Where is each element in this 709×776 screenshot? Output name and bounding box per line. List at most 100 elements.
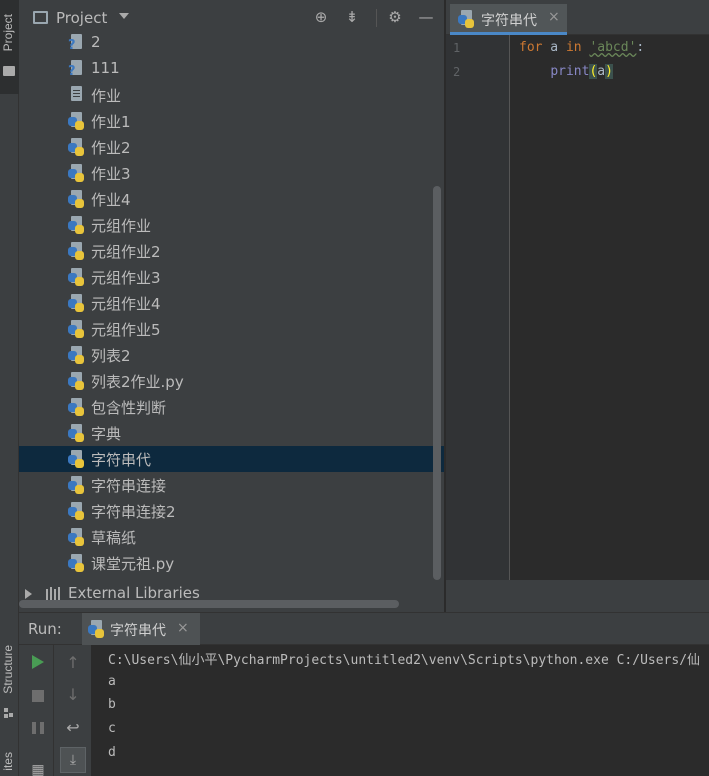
python-file-icon	[68, 242, 86, 260]
collapse-all-icon[interactable]: ⇟	[343, 8, 361, 26]
file-tree-item[interactable]: 作业4	[19, 186, 444, 212]
file-tree-item[interactable]: 元组作业2	[19, 238, 444, 264]
file-tree-item[interactable]: 作业2	[19, 134, 444, 160]
file-tree-item[interactable]: 作业3	[19, 160, 444, 186]
code-line[interactable]: print(a)	[519, 64, 613, 79]
chevron-down-icon[interactable]	[119, 13, 129, 19]
text-file-icon	[68, 86, 86, 104]
chevron-right-icon[interactable]	[25, 589, 32, 599]
header-divider	[376, 9, 377, 27]
editor-tab-active[interactable]: 字符串代 ×	[450, 4, 567, 35]
file-tree-item[interactable]: 元组作业3	[19, 264, 444, 290]
minimize-icon[interactable]: —	[417, 8, 435, 26]
file-tree-item[interactable]: 作业	[19, 82, 444, 108]
file-tree-item-label: 作业	[91, 87, 122, 105]
arrow-down-icon[interactable]: ↓	[62, 683, 84, 705]
library-icon	[46, 587, 62, 601]
project-panel-title[interactable]: Project	[56, 9, 107, 27]
builtin-print: print	[550, 64, 590, 79]
file-tree-item[interactable]: 字符串连接	[19, 472, 444, 498]
line-number: 2	[453, 65, 461, 79]
file-tree-item[interactable]: 元组作业	[19, 212, 444, 238]
stop-icon[interactable]	[27, 685, 49, 707]
console-output[interactable]: C:\Users\仙小平\PycharmProjects\untitled2\v…	[91, 645, 709, 776]
keyword-for: for	[519, 40, 543, 55]
file-tree-item[interactable]: 字符串连接2	[19, 498, 444, 524]
python-file-icon	[68, 424, 86, 442]
editor-tab-bar: 字符串代 ×	[446, 0, 709, 35]
rerun-icon[interactable]	[27, 651, 49, 673]
structure-icon	[4, 708, 14, 718]
file-tree-item[interactable]: ? 2	[19, 30, 444, 56]
project-panel: Project ⊕ ⇟ ⚙ — ? 2? 111 作业 作业1 作业2 作业3 作业4 元组作业…	[19, 0, 444, 612]
run-panel: Run: 字符串代 × ↑ ↓ ↩ ⤓ ▦ C:\Users\仙小平\Pycha…	[19, 612, 709, 776]
file-tree-item[interactable]: 作业1	[19, 108, 444, 134]
console-output-line: a	[108, 674, 116, 689]
favorites-tool-tab[interactable]: ites	[1, 752, 15, 771]
close-icon[interactable]: ×	[548, 9, 560, 25]
file-tree-item-label: 元组作业4	[91, 295, 161, 313]
python-file-icon	[68, 190, 86, 208]
file-tree-item-label: 草稿纸	[91, 529, 137, 547]
run-tab-active[interactable]: 字符串代 ×	[82, 613, 200, 645]
file-tree-item-label: 2	[91, 33, 101, 51]
project-tool-tab[interactable]: Project	[0, 0, 19, 94]
console-output-line: d	[108, 745, 116, 760]
project-view-icon	[33, 11, 48, 24]
pause-icon[interactable]	[27, 717, 49, 739]
python-file-icon	[68, 346, 86, 364]
console-output-line: b	[108, 697, 116, 712]
file-tree-item[interactable]: 包含性判断	[19, 394, 444, 420]
locate-file-icon[interactable]: ⊕	[312, 8, 330, 26]
python-file-icon	[68, 164, 86, 182]
file-tree-item[interactable]: 列表2作业.py	[19, 368, 444, 394]
arrow-up-icon[interactable]: ↑	[62, 651, 84, 673]
run-tab-label: 字符串代	[110, 623, 166, 639]
python-file-icon	[68, 476, 86, 494]
project-horizontal-scrollbar[interactable]	[19, 600, 399, 608]
file-tree-item[interactable]: 元组作业5	[19, 316, 444, 342]
editor-tab-label: 字符串代	[481, 13, 537, 29]
project-vertical-scrollbar[interactable]	[433, 186, 441, 580]
python-file-icon	[68, 554, 86, 572]
file-tree-item-label: 元组作业5	[91, 321, 161, 339]
file-tree-item-label: 字符串代	[91, 451, 152, 469]
file-tree-item[interactable]: ? 111	[19, 56, 444, 82]
file-tree-item[interactable]: 元组作业4	[19, 290, 444, 316]
unknown-file-icon: ?	[68, 60, 86, 79]
layout-icon[interactable]: ▦	[27, 759, 49, 776]
gear-icon[interactable]: ⚙	[386, 8, 404, 26]
print-argument: a	[597, 64, 606, 79]
run-panel-title: Run:	[28, 620, 62, 638]
line-number: 1	[453, 41, 461, 55]
file-tree-item[interactable]: 草稿纸	[19, 524, 444, 550]
structure-tool-tab[interactable]: Structure	[1, 645, 15, 694]
close-icon[interactable]: ×	[177, 620, 189, 636]
file-tree-item[interactable]: 课堂元祖.py	[19, 550, 444, 576]
python-file-icon	[68, 450, 86, 468]
python-file-icon	[68, 398, 86, 416]
file-tree-item[interactable]: 列表2	[19, 342, 444, 368]
python-file-icon	[68, 502, 86, 520]
python-file-icon	[68, 320, 86, 338]
soft-wrap-icon[interactable]: ↩	[62, 716, 84, 738]
code-editor: 字符串代 × 1 2 for a in 'abcd': print(a)	[446, 0, 709, 612]
code-line[interactable]: for a in 'abcd':	[519, 40, 644, 55]
colon: :	[636, 40, 645, 55]
console-command-line: C:\Users\仙小平\PycharmProjects\untitled2\v…	[108, 653, 701, 668]
file-tree-item-label: 作业1	[91, 113, 131, 131]
file-tree-item[interactable]: 字符串代	[19, 446, 444, 472]
file-tree-item-label: 111	[91, 59, 120, 77]
file-tree-item-label: 字符串连接	[91, 477, 167, 495]
python-file-icon	[68, 268, 86, 286]
keyword-in: in	[565, 40, 582, 55]
python-file-icon	[68, 112, 86, 130]
file-tree-item-label: 包含性判断	[91, 399, 167, 417]
unknown-file-icon: ?	[68, 34, 86, 53]
python-file-icon	[458, 10, 476, 28]
scroll-to-end-icon[interactable]: ⤓	[60, 747, 86, 773]
file-tree-item[interactable]: 字典	[19, 420, 444, 446]
toolbar-divider	[53, 645, 54, 776]
console-output-line: c	[108, 721, 116, 736]
